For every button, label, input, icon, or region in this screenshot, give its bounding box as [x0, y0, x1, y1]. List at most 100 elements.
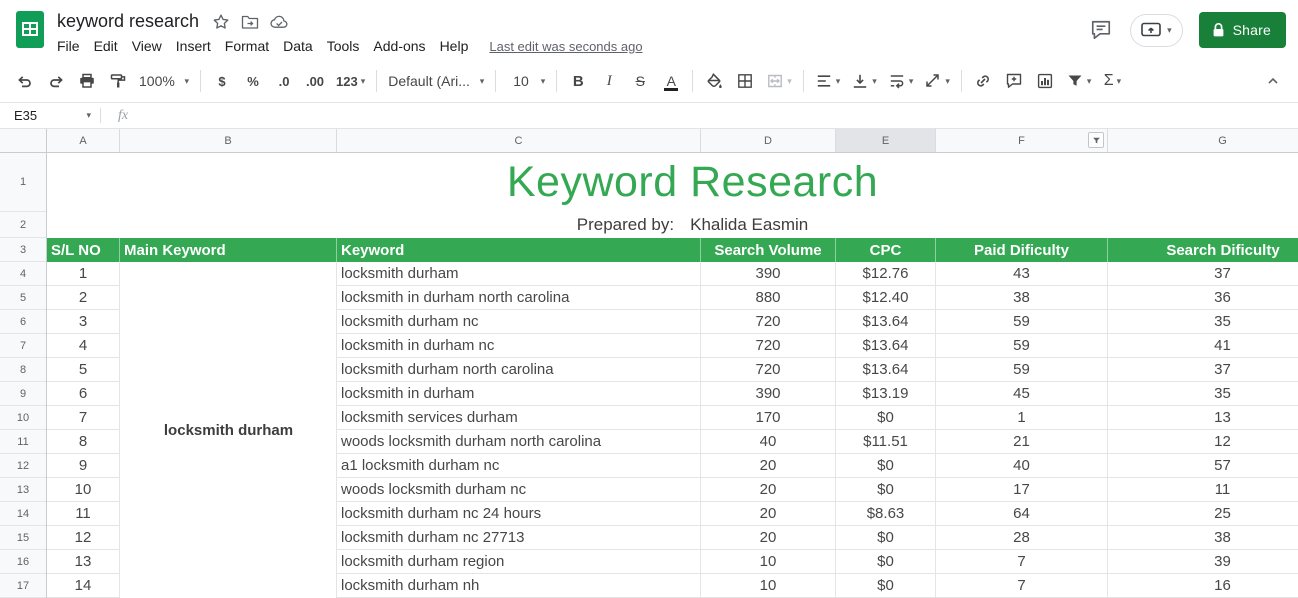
cloud-saved-icon[interactable]	[270, 14, 289, 29]
prepared-by-value[interactable]: Khalida Easmin	[690, 215, 808, 235]
functions-dropdown[interactable]: Σ ▾	[1097, 66, 1127, 96]
cell-keyword[interactable]: locksmith durham north carolina	[337, 358, 701, 382]
column-header-C[interactable]: C	[337, 129, 701, 152]
italic-button[interactable]: I	[594, 66, 624, 96]
present-to-meeting-button[interactable]: ▾	[1130, 14, 1183, 47]
row-header-15[interactable]: 15	[0, 526, 46, 550]
row-header-12[interactable]: 12	[0, 454, 46, 478]
row-header-10[interactable]: 10	[0, 406, 46, 430]
main-keyword-merged-cell[interactable]: locksmith durham	[120, 262, 337, 598]
table-header-search-dificulty[interactable]: Search Dificulty	[1108, 238, 1298, 262]
menu-data[interactable]: Data	[276, 35, 320, 57]
cell-volume[interactable]: 10	[701, 574, 836, 598]
cell-volume[interactable]: 720	[701, 358, 836, 382]
table-header-main-keyword[interactable]: Main Keyword	[120, 238, 337, 262]
cell-volume[interactable]: 20	[701, 502, 836, 526]
cell-paid[interactable]: 38	[936, 286, 1108, 310]
table-header-keyword[interactable]: Keyword	[337, 238, 701, 262]
table-header-search-volume[interactable]: Search Volume	[701, 238, 836, 262]
menu-format[interactable]: Format	[218, 35, 276, 57]
row-header-5[interactable]: 5	[0, 286, 46, 310]
row-header-2[interactable]: 2	[0, 212, 46, 238]
column-header-G[interactable]: G	[1108, 129, 1298, 152]
last-edit-link[interactable]: Last edit was seconds ago	[489, 39, 642, 54]
filter-dropdown[interactable]: ▾	[1061, 66, 1097, 96]
cell-cpc[interactable]: $13.64	[836, 310, 936, 334]
row-header-4[interactable]: 4	[0, 262, 46, 286]
cell-volume[interactable]: 880	[701, 286, 836, 310]
cell-sl[interactable]: 3	[47, 310, 120, 334]
prepared-by-label[interactable]: Prepared by:	[577, 215, 674, 235]
print-button[interactable]	[72, 66, 102, 96]
cell-cpc[interactable]: $13.19	[836, 382, 936, 406]
column-header-A[interactable]: A	[47, 129, 120, 152]
cell-sl[interactable]: 4	[47, 334, 120, 358]
cell-paid[interactable]: 59	[936, 334, 1108, 358]
cell-sl[interactable]: 9	[47, 454, 120, 478]
column-header-B[interactable]: B	[120, 129, 337, 152]
cell-difficulty[interactable]: 13	[1108, 406, 1298, 430]
menu-add-ons[interactable]: Add-ons	[366, 35, 432, 57]
row-header-14[interactable]: 14	[0, 502, 46, 526]
format-percent-button[interactable]: %	[238, 66, 268, 96]
cell-sl[interactable]: 8	[47, 430, 120, 454]
cell-difficulty[interactable]: 25	[1108, 502, 1298, 526]
cell-volume[interactable]: 720	[701, 310, 836, 334]
cell-cpc[interactable]: $12.76	[836, 262, 936, 286]
cell-keyword[interactable]: locksmith durham nh	[337, 574, 701, 598]
cell-sl[interactable]: 5	[47, 358, 120, 382]
cell-cpc[interactable]: $0	[836, 550, 936, 574]
undo-button[interactable]	[10, 66, 40, 96]
borders-button[interactable]	[730, 66, 760, 96]
cell-keyword[interactable]: locksmith in durham north carolina	[337, 286, 701, 310]
cell-difficulty[interactable]: 16	[1108, 574, 1298, 598]
cell-sl[interactable]: 2	[47, 286, 120, 310]
merge-cells-button[interactable]: ▾	[761, 66, 797, 96]
prepared-by-row[interactable]: Prepared by: Khalida Easmin	[47, 212, 1298, 238]
cell-paid[interactable]: 28	[936, 526, 1108, 550]
column-header-D[interactable]: D	[701, 129, 836, 152]
menu-view[interactable]: View	[125, 35, 169, 57]
cell-volume[interactable]: 20	[701, 478, 836, 502]
cell-keyword[interactable]: locksmith durham region	[337, 550, 701, 574]
cell-cpc[interactable]: $0	[836, 526, 936, 550]
cell-sl[interactable]: 13	[47, 550, 120, 574]
format-currency-button[interactable]: $	[207, 66, 237, 96]
document-title[interactable]: keyword research	[57, 11, 199, 32]
cell-keyword[interactable]: locksmith durham nc 27713	[337, 526, 701, 550]
cell-paid[interactable]: 1	[936, 406, 1108, 430]
menu-help[interactable]: Help	[433, 35, 476, 57]
font-size-dropdown[interactable]: 10▾	[502, 66, 550, 96]
table-header-cpc[interactable]: CPC	[836, 238, 936, 262]
cell-volume[interactable]: 390	[701, 262, 836, 286]
text-wrap-dropdown[interactable]: ▾	[883, 66, 919, 96]
fill-color-button[interactable]	[699, 66, 729, 96]
cell-difficulty[interactable]: 39	[1108, 550, 1298, 574]
cell-volume[interactable]: 720	[701, 334, 836, 358]
cell-keyword[interactable]: woods locksmith durham north carolina	[337, 430, 701, 454]
insert-comment-button[interactable]	[999, 66, 1029, 96]
cell-difficulty[interactable]: 41	[1108, 334, 1298, 358]
cell-paid[interactable]: 43	[936, 262, 1108, 286]
cell-sl[interactable]: 11	[47, 502, 120, 526]
cell-cpc[interactable]: $12.40	[836, 286, 936, 310]
select-all-corner[interactable]	[0, 129, 47, 152]
share-button[interactable]: Share	[1199, 12, 1286, 48]
cell-sl[interactable]: 7	[47, 406, 120, 430]
cell-keyword[interactable]: a1 locksmith durham nc	[337, 454, 701, 478]
redo-button[interactable]	[41, 66, 71, 96]
bold-button[interactable]: B	[563, 66, 593, 96]
insert-link-button[interactable]	[968, 66, 998, 96]
strikethrough-button[interactable]: S	[625, 66, 655, 96]
font-dropdown[interactable]: Default (Ari...▾	[383, 66, 489, 96]
text-color-button[interactable]: A	[656, 66, 686, 96]
cell-paid[interactable]: 45	[936, 382, 1108, 406]
row-header-13[interactable]: 13	[0, 478, 46, 502]
cell-volume[interactable]: 10	[701, 550, 836, 574]
cell-cpc[interactable]: $13.64	[836, 334, 936, 358]
cell-difficulty[interactable]: 12	[1108, 430, 1298, 454]
cell-paid[interactable]: 40	[936, 454, 1108, 478]
cell-name-box[interactable]: E35 ▾	[0, 103, 100, 128]
cell-sl[interactable]: 6	[47, 382, 120, 406]
cell-keyword[interactable]: locksmith services durham	[337, 406, 701, 430]
